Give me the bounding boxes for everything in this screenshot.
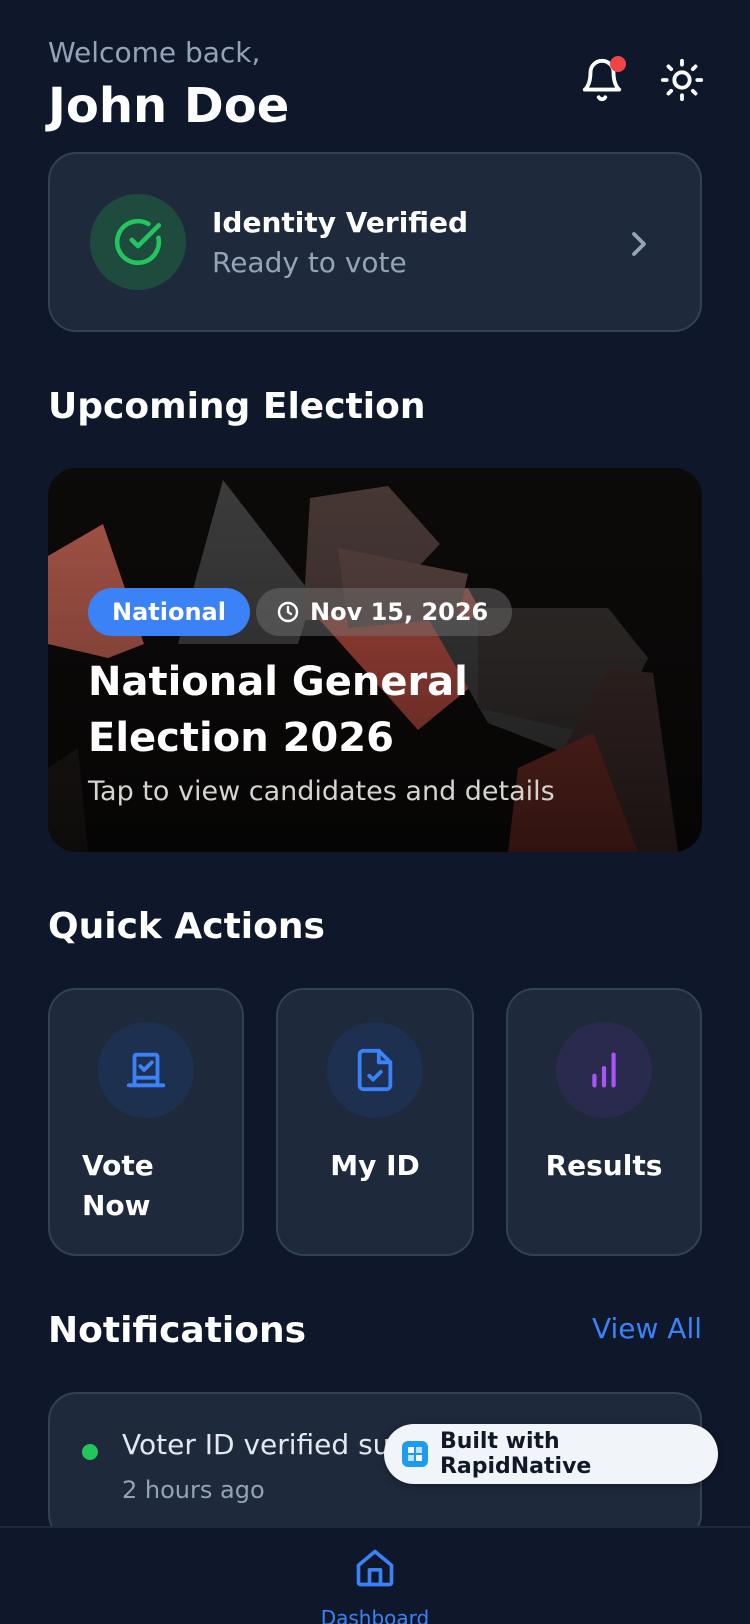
home-icon — [356, 1549, 394, 1587]
vote-now-label: Vote Now — [82, 1149, 154, 1222]
built-with-badge[interactable]: Built with RapidNative — [384, 1424, 718, 1484]
user-name: John Doe — [48, 78, 290, 134]
chevron-right-icon — [632, 232, 646, 256]
my-id-label: My ID — [330, 1149, 420, 1182]
results-label: Results — [545, 1149, 663, 1182]
ballot-icon — [126, 1052, 166, 1088]
dashboard-screen: Welcome back, John Doe Identity Verified… — [0, 0, 750, 1624]
bar-chart-icon — [592, 1052, 616, 1088]
verified-badge — [90, 194, 186, 290]
theme-toggle-button[interactable] — [658, 56, 706, 104]
notifications-button[interactable] — [578, 56, 626, 104]
election-date-badge: Nov 15, 2026 — [256, 588, 513, 636]
sun-icon — [660, 58, 704, 102]
identity-subtitle: Ready to vote — [212, 246, 407, 279]
election-title: National General Election 2026 — [88, 659, 468, 761]
id-document-icon — [357, 1048, 393, 1092]
bottom-navigation: Dashboard — [0, 1526, 750, 1624]
unread-dot — [610, 56, 626, 72]
nav-dashboard-label: Dashboard — [320, 1606, 430, 1624]
election-scope-badge: National — [88, 588, 250, 636]
check-circle-icon — [114, 218, 162, 266]
vote-now-button[interactable]: Vote Now — [48, 988, 244, 1256]
results-icon-circle — [556, 1022, 652, 1118]
id-icon-circle — [327, 1022, 423, 1118]
rapidnative-logo-icon — [402, 1441, 428, 1467]
clock-icon — [277, 601, 299, 623]
upcoming-election-heading: Upcoming Election — [48, 386, 426, 427]
built-with-text: Built with RapidNative — [439, 1429, 592, 1479]
election-subtitle: Tap to view candidates and details — [88, 776, 555, 807]
results-button[interactable]: Results — [506, 988, 702, 1256]
status-dot — [82, 1444, 98, 1460]
notification-time: 2 hours ago — [122, 1476, 265, 1504]
quick-actions-heading: Quick Actions — [48, 906, 325, 947]
my-id-button[interactable]: My ID — [276, 988, 474, 1256]
header: Welcome back, John Doe — [48, 36, 704, 136]
nav-dashboard[interactable]: Dashboard — [315, 1542, 435, 1624]
notifications-heading: Notifications — [48, 1310, 307, 1351]
view-all-link[interactable]: View All — [592, 1312, 702, 1345]
vote-icon-circle — [98, 1022, 194, 1118]
welcome-text: Welcome back, — [48, 36, 261, 69]
identity-status-card[interactable]: Identity Verified Ready to vote — [48, 152, 702, 332]
election-card[interactable]: National Nov 15, 2026 National General E… — [48, 468, 702, 852]
election-date: Nov 15, 2026 — [310, 598, 489, 626]
identity-title: Identity Verified — [212, 206, 469, 239]
